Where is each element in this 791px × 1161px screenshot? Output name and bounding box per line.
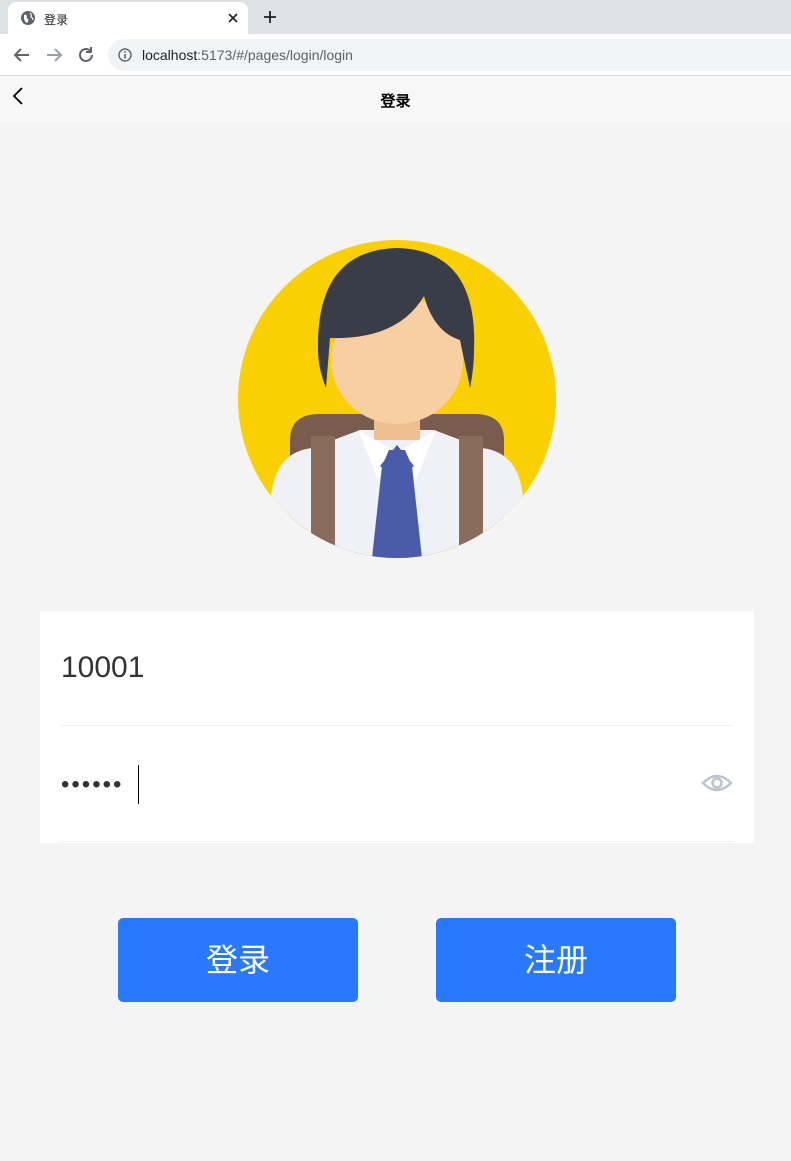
login-button[interactable]: 登录 — [118, 918, 358, 1002]
url-host: localhost — [142, 47, 198, 63]
forward-arrow-icon[interactable] — [44, 45, 64, 65]
username-input[interactable]: 10001 — [61, 651, 144, 685]
browser-tab[interactable]: 登录 — [8, 2, 248, 34]
reload-icon[interactable] — [76, 45, 96, 65]
text-cursor — [138, 765, 139, 804]
eye-icon[interactable] — [701, 771, 733, 795]
browser-toolbar: localhost:5173/#/pages/login/login — [0, 34, 791, 76]
browser-tab-bar: 登录 — [0, 0, 791, 34]
globe-icon — [21, 11, 35, 25]
address-bar[interactable]: localhost:5173/#/pages/login/login — [108, 39, 791, 71]
plus-icon[interactable] — [262, 9, 278, 25]
url-path: :5173/#/pages/login/login — [197, 47, 353, 63]
login-form: 10001 •••••• — [40, 611, 754, 843]
password-input[interactable]: •••••• — [61, 765, 123, 805]
register-button[interactable]: 注册 — [436, 918, 676, 1002]
info-icon[interactable] — [118, 48, 132, 62]
close-icon[interactable] — [226, 11, 240, 25]
back-arrow-icon[interactable] — [12, 45, 32, 65]
password-field[interactable]: •••••• — [61, 727, 733, 842]
tab-title: 登录 — [44, 13, 69, 27]
username-field[interactable]: 10001 — [61, 611, 733, 726]
page-title: 登录 — [380, 92, 411, 110]
url-text: localhost:5173/#/pages/login/login — [142, 47, 353, 63]
avatar — [238, 240, 556, 558]
app-nav-bar: 登录 — [0, 76, 791, 121]
